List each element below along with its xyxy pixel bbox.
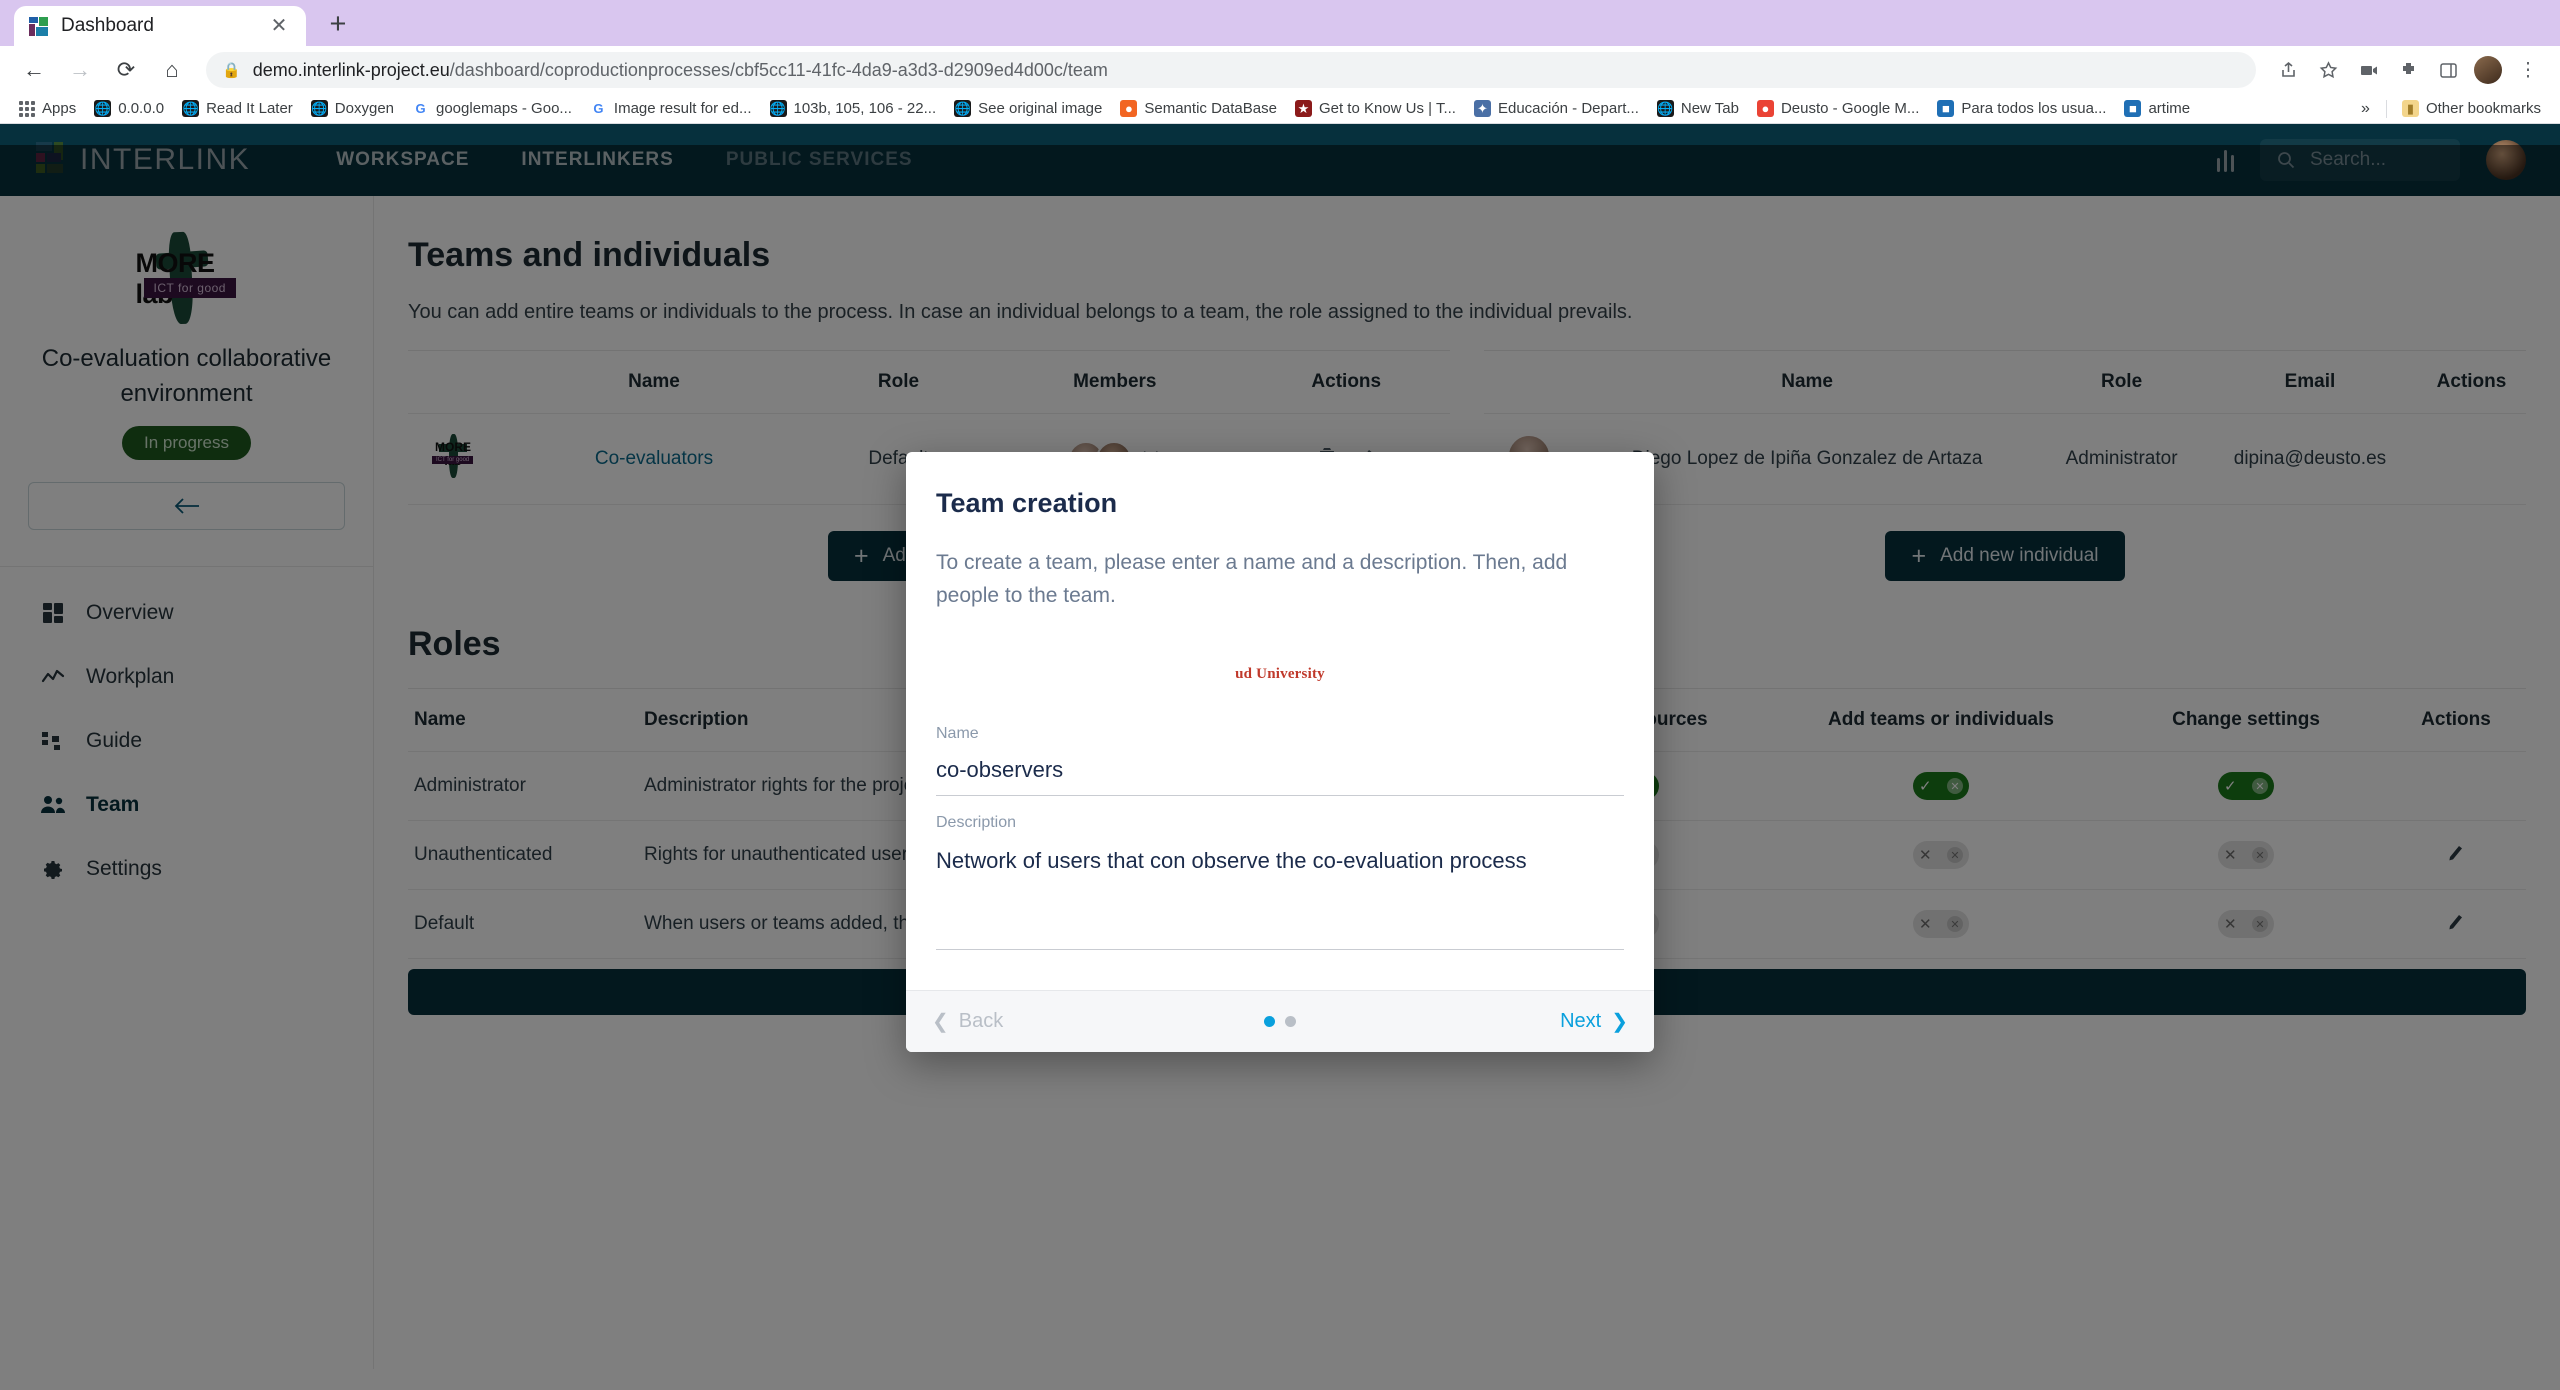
bookmark-label: Para todos los usua... xyxy=(1961,100,2107,117)
bookmark-label: 103b, 105, 106 - 22... xyxy=(793,100,937,117)
globe-icon: 🌐 xyxy=(1656,100,1674,117)
globe-icon: 🌐 xyxy=(182,100,200,117)
browser-window: Dashboard ✕ + ← → ⟳ ⌂ 🔒 demo.interlink-p… xyxy=(0,0,2560,1390)
bookmark-item[interactable]: ● Semantic DataBase xyxy=(1111,96,1286,122)
university-logo: ud University xyxy=(1235,666,1325,683)
step-dot-1[interactable] xyxy=(1264,1016,1275,1027)
bookmark-label: Get to Know Us | T... xyxy=(1318,100,1456,117)
menu-icon[interactable]: ⋮ xyxy=(2510,52,2546,88)
browser-tab[interactable]: Dashboard ✕ xyxy=(14,6,306,46)
chevron-left-icon: ❮ xyxy=(932,1011,949,1033)
bookmark-item[interactable]: ● Deusto - Google M... xyxy=(1748,96,1928,122)
bookmark-label: See original image xyxy=(978,100,1103,117)
bookmarks-bar: Apps 🌐 0.0.0.0 🌐 Read It Later 🌐 Doxygen Gg… xyxy=(0,94,2560,124)
bookmark-item[interactable]: 🌐 New Tab xyxy=(1648,96,1748,122)
google-g-icon: G xyxy=(412,100,429,117)
bookmark-label: Doxygen xyxy=(334,100,394,117)
home-icon[interactable]: ⌂ xyxy=(152,50,192,90)
map-pin-icon: ● xyxy=(1756,100,1774,117)
bookmark-item[interactable]: ★ Get to Know Us | T... xyxy=(1286,96,1465,122)
feather-icon: ✦ xyxy=(1473,100,1491,117)
dialog-description: To create a team, please enter a name an… xyxy=(936,551,1568,607)
bookmark-item[interactable]: G Image result for ed... xyxy=(581,96,761,122)
share-icon[interactable] xyxy=(2270,52,2306,88)
bookmark-label: Semantic DataBase xyxy=(1144,100,1277,117)
chevron-right-icon: ❯ xyxy=(1611,1011,1628,1033)
bookmark-label: Read It Later xyxy=(206,100,293,117)
bookmark-item[interactable]: 🌐 0.0.0.0 xyxy=(85,96,173,122)
next-button[interactable]: Next ❯ xyxy=(1560,1009,1628,1034)
step-indicator xyxy=(1264,1016,1296,1027)
bookmark-item[interactable]: ■ Para todos los usua... xyxy=(1928,96,2115,122)
orange-square-icon: ● xyxy=(1120,100,1138,117)
phone-icon: ■ xyxy=(1937,100,1955,117)
url-path: /dashboard/coproductionprocesses/cbf5cc1… xyxy=(449,59,1108,80)
globe-icon: 🌐 xyxy=(769,100,787,117)
close-icon[interactable]: ✕ xyxy=(266,13,292,39)
bookmark-label: artime xyxy=(2148,100,2191,117)
google-g-icon: G xyxy=(589,100,607,117)
folder-icon: ▮ xyxy=(2401,100,2419,117)
globe-icon: 🌐 xyxy=(954,100,972,117)
bookmark-label: New Tab xyxy=(1680,100,1739,117)
extensions-icon[interactable] xyxy=(2390,52,2426,88)
colorful-icon: ★ xyxy=(1294,100,1312,117)
reload-icon[interactable]: ⟳ xyxy=(106,50,146,90)
other-bookmarks-label: Other bookmarks xyxy=(2425,100,2541,117)
tab-title: Dashboard xyxy=(61,15,154,36)
next-label: Next xyxy=(1560,1010,1602,1032)
bookmark-item[interactable]: Ggooglemaps - Goo... xyxy=(403,96,581,122)
globe-icon: 🌐 xyxy=(94,100,112,117)
phone-icon: ■ xyxy=(2124,100,2142,117)
bookmark-label: Image result for ed... xyxy=(613,100,752,117)
dialog-title: Team creation xyxy=(936,488,1118,518)
other-bookmarks-button[interactable]: ▮ Other bookmarks xyxy=(2393,96,2550,122)
toolbar-icons: ⋮ xyxy=(2270,52,2546,88)
media-icon[interactable] xyxy=(2350,52,2386,88)
bookmark-label: googlemaps - Goo... xyxy=(436,100,572,117)
dialog-body: Team creation To create a team, please e… xyxy=(906,452,1654,990)
back-button[interactable]: ❮ Back xyxy=(932,1009,1003,1034)
divider xyxy=(2385,99,2387,118)
url-text: demo.interlink-project.eu/dashboard/copr… xyxy=(253,60,1108,81)
bookmark-item[interactable]: 🌐 Read It Later xyxy=(173,96,302,122)
bookmark-item[interactable]: 🌐 Doxygen xyxy=(302,96,403,122)
tab-strip: Dashboard ✕ + xyxy=(0,0,2560,46)
dialog-footer: ❮ Back Next ❯ xyxy=(906,990,1654,1052)
name-field-group: Name xyxy=(936,725,1624,797)
sidepanel-icon[interactable] xyxy=(2430,52,2466,88)
name-input[interactable] xyxy=(936,753,1624,797)
address-bar[interactable]: 🔒 demo.interlink-project.eu/dashboard/co… xyxy=(206,52,2256,88)
dashboard-favicon xyxy=(28,16,49,37)
bookmark-item[interactable]: 🌐 103b, 105, 106 - 22... xyxy=(761,96,946,122)
profile-avatar[interactable] xyxy=(2470,52,2506,88)
step-dot-2[interactable] xyxy=(1285,1016,1296,1027)
bookmark-label: Educación - Depart... xyxy=(1497,100,1639,117)
bookmark-label: Deusto - Google M... xyxy=(1780,100,1920,117)
name-label: Name xyxy=(936,725,979,743)
globe-icon: 🌐 xyxy=(310,100,328,117)
bookmark-item[interactable]: ✦ Educación - Depart... xyxy=(1465,96,1648,122)
back-icon[interactable]: ← xyxy=(14,50,54,90)
apps-grid-icon xyxy=(19,100,35,117)
forward-icon[interactable]: → xyxy=(60,50,100,90)
bookmark-item[interactable]: 🌐 See original image xyxy=(945,96,1111,122)
description-field-group: Description xyxy=(936,814,1624,955)
bookmark-star-icon[interactable] xyxy=(2310,52,2346,88)
description-label: Description xyxy=(936,814,1017,832)
url-host: demo.interlink-project.eu xyxy=(252,59,450,80)
new-tab-button[interactable]: + xyxy=(316,6,360,46)
bookmark-label: 0.0.0.0 xyxy=(118,100,165,117)
bookmarks-overflow-button[interactable]: » xyxy=(2351,100,2380,118)
description-textarea[interactable] xyxy=(936,842,1624,951)
browser-toolbar: ← → ⟳ ⌂ 🔒 demo.interlink-project.eu/dash… xyxy=(0,46,2560,94)
back-label: Back xyxy=(958,1010,1004,1032)
team-creation-dialog: Team creation To create a team, please e… xyxy=(906,452,1654,1052)
bookmark-apps[interactable]: Apps xyxy=(10,96,85,122)
lock-icon: 🔒 xyxy=(222,62,241,79)
bookmark-item[interactable]: ■ artime xyxy=(2115,96,2199,122)
bookmark-label: Apps xyxy=(42,100,77,117)
